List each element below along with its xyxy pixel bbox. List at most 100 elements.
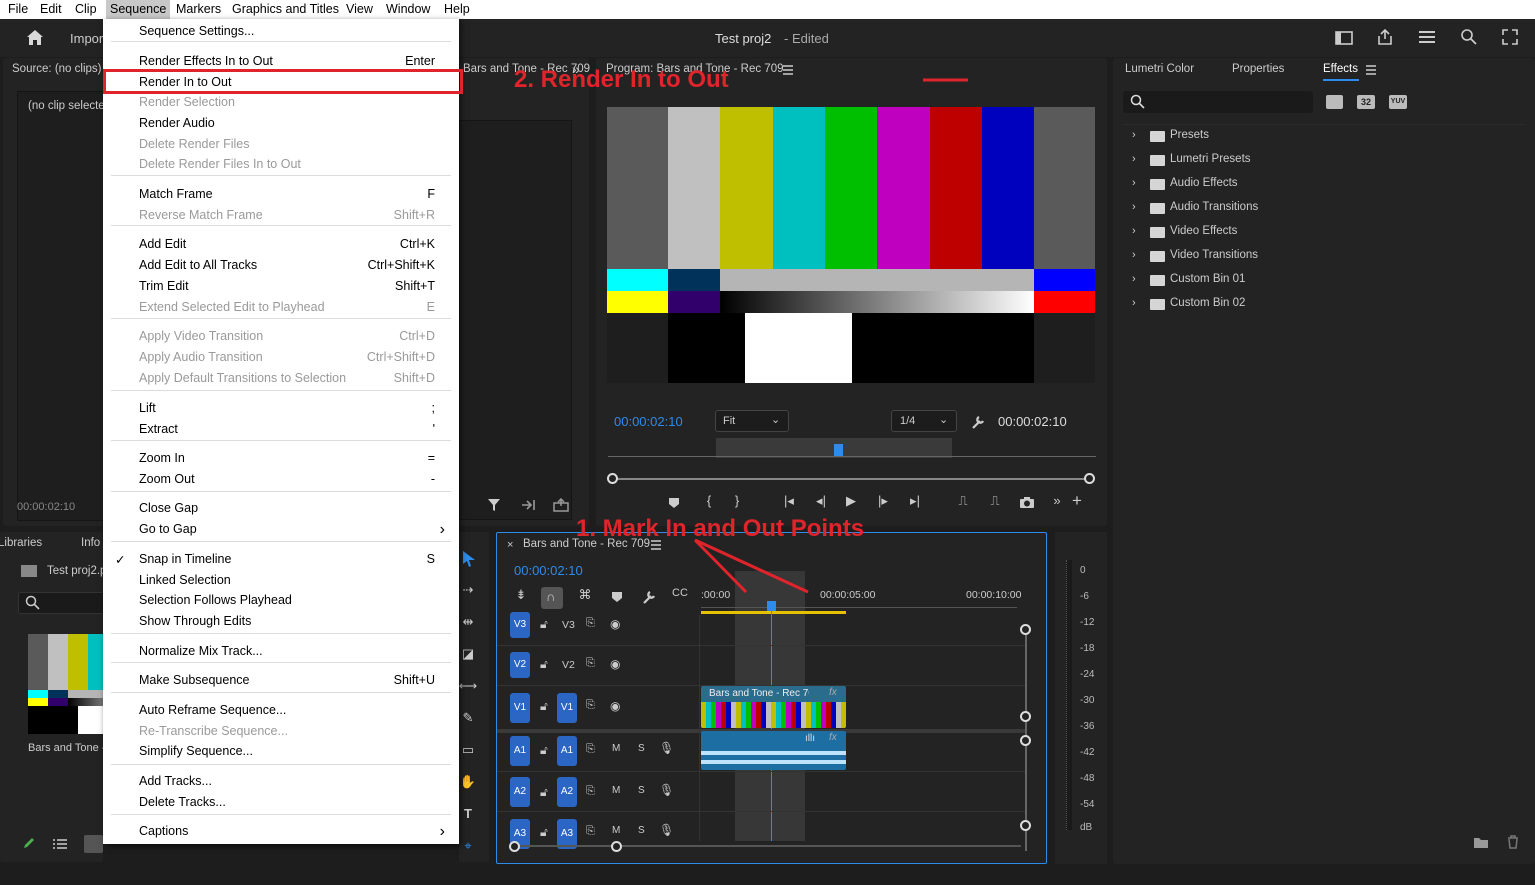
zoom-handle-right[interactable] xyxy=(611,841,622,852)
menu-item-make-subsequence[interactable]: Make Subsequence Shift+U xyxy=(103,671,459,691)
microphone-icon[interactable]: 🎙︎ xyxy=(659,823,674,837)
sync-lock-icon[interactable]: ⎘ xyxy=(586,617,595,630)
timeline-timecode[interactable]: 00:00:02:10 xyxy=(514,563,583,578)
menu-item-add-edit[interactable]: Add Edit Ctrl+K xyxy=(103,235,459,255)
clip-thumbnail[interactable] xyxy=(28,634,108,734)
menu-item-go-to-gap[interactable]: Go to Gap › xyxy=(103,520,459,540)
track-v1-source[interactable]: V1 xyxy=(557,693,577,723)
sync-lock-icon[interactable]: ⎘ xyxy=(586,743,595,756)
zoom-bar[interactable] xyxy=(608,478,1094,480)
resolution-dropdown[interactable]: 1/4 ⌄ xyxy=(891,410,957,432)
wrench-icon[interactable] xyxy=(970,414,986,430)
mute-icon[interactable]: M xyxy=(612,743,620,754)
scroll-handle[interactable] xyxy=(1020,624,1031,635)
pen-tool-icon[interactable]: ✎ xyxy=(457,710,479,730)
share-icon[interactable] xyxy=(1376,28,1394,46)
eye-icon[interactable]: ◉ xyxy=(610,657,620,671)
step-forward-icon[interactable]: |▸ xyxy=(872,493,894,513)
menu-item-zoom-out[interactable]: Zoom Out - xyxy=(103,470,459,490)
playhead[interactable] xyxy=(834,444,843,456)
lock-icon[interactable]: 🔓︎ xyxy=(540,657,548,672)
lock-icon[interactable]: 🔓︎ xyxy=(540,825,548,840)
menu-item-selection-follows-playhead[interactable]: Selection Follows Playhead xyxy=(103,591,459,611)
search-icon[interactable] xyxy=(1460,28,1478,46)
menu-window[interactable]: Window xyxy=(386,2,430,16)
audio-clip[interactable]: ıllı fx xyxy=(701,731,846,770)
menu-item-captions[interactable]: Captions › xyxy=(103,822,459,842)
home-icon[interactable] xyxy=(25,28,45,46)
sync-lock-icon[interactable]: ⎘ xyxy=(586,825,595,838)
fit-dropdown[interactable]: Fit ⌄ xyxy=(715,410,789,432)
menu-item-render-audio[interactable]: Render Audio xyxy=(103,114,459,134)
hand-tool-icon[interactable]: ✋ xyxy=(457,774,479,794)
go-to-out-icon[interactable]: ▸| xyxy=(904,493,926,513)
type-tool-icon[interactable]: T xyxy=(457,806,479,826)
effects-search-input[interactable] xyxy=(1123,91,1313,113)
icon-view-icon[interactable] xyxy=(84,835,103,853)
tab-lumetri-color[interactable]: Lumetri Color xyxy=(1125,63,1194,75)
track-select-tool-icon[interactable]: ⇢ xyxy=(457,582,479,602)
accelerated-effects-icon[interactable] xyxy=(1326,95,1343,109)
tab-effects[interactable]: Effects xyxy=(1323,63,1358,75)
track-v1-target[interactable]: V1 xyxy=(510,693,530,723)
menu-item-auto-reframe-sequence[interactable]: Auto Reframe Sequence... xyxy=(103,701,459,721)
sync-lock-icon[interactable]: ⎘ xyxy=(586,785,595,798)
menu-clip[interactable]: Clip xyxy=(75,2,97,16)
slip-tool-icon[interactable]: ⟷ xyxy=(457,678,479,698)
track-a2-source[interactable]: A2 xyxy=(557,777,577,807)
menu-item-match-frame[interactable]: Match Frame F xyxy=(103,185,459,205)
32bit-effects-icon[interactable]: 32 xyxy=(1357,95,1375,109)
ripple-edit-tool-icon[interactable]: ⇹ xyxy=(457,614,479,634)
lock-icon[interactable]: 🔓︎ xyxy=(540,699,548,714)
menu-item-delete-tracks[interactable]: Delete Tracks... xyxy=(103,793,459,813)
sync-lock-icon[interactable]: ⎘ xyxy=(586,657,595,670)
close-icon[interactable]: × xyxy=(507,539,513,551)
eye-icon[interactable]: ◉ xyxy=(610,617,620,631)
zoom-handle-right[interactable] xyxy=(1084,473,1095,484)
track-a2-target[interactable]: A2 xyxy=(510,777,530,807)
menu-item-sequence-settings[interactable]: Sequence Settings... xyxy=(103,22,459,42)
camera-icon[interactable] xyxy=(1019,496,1035,509)
work-area-bar[interactable] xyxy=(701,611,846,614)
menu-item-simplify-sequence[interactable]: Simplify Sequence... xyxy=(103,742,459,762)
menu-item-normalize-mix-track[interactable]: Normalize Mix Track... xyxy=(103,642,459,662)
step-back-icon[interactable]: ◂| xyxy=(810,493,832,513)
rectangle-tool-icon[interactable]: ▭ xyxy=(457,742,479,762)
microphone-icon[interactable]: 🎙︎ xyxy=(659,783,674,797)
menu-item-show-through-edits[interactable]: Show Through Edits xyxy=(103,612,459,632)
menu-item-linked-selection[interactable]: Linked Selection xyxy=(103,571,459,591)
info-tab[interactable]: Info xyxy=(81,537,100,549)
lock-icon[interactable]: 🔓︎ xyxy=(540,617,548,632)
track-v2-target[interactable]: V2 xyxy=(510,652,530,678)
scroll-handle[interactable] xyxy=(1020,820,1031,831)
menu-item-zoom-in[interactable]: Zoom In = xyxy=(103,449,459,469)
linked-selection-icon[interactable]: ⌘ xyxy=(574,587,596,607)
menu-sequence[interactable]: Sequence xyxy=(106,0,171,19)
menu-markers[interactable]: Markers xyxy=(176,2,221,16)
menu-item-snap-in-timeline[interactable]: Snap in Timeline S ✓ xyxy=(103,550,459,570)
video-clip[interactable]: Bars and Tone - Rec 709 fx xyxy=(701,686,846,728)
mark-out-icon[interactable]: } xyxy=(726,493,748,513)
menu-graphics-and-titles[interactable]: Graphics and Titles xyxy=(232,2,339,16)
trash-icon[interactable] xyxy=(1507,835,1519,849)
lock-icon[interactable]: 🔓︎ xyxy=(540,785,548,800)
zoom-handle-left[interactable] xyxy=(509,841,520,852)
workspace-icon[interactable] xyxy=(1335,30,1353,46)
add-marker-icon[interactable] xyxy=(668,497,680,509)
menu-item-lift[interactable]: Lift; xyxy=(103,399,459,419)
menu-item-add-tracks[interactable]: Add Tracks... xyxy=(103,772,459,792)
pencil-icon[interactable] xyxy=(22,836,36,850)
new-bin-icon[interactable] xyxy=(1473,836,1489,849)
yuv-effects-icon[interactable]: YUV xyxy=(1389,95,1407,109)
menu-item-extract[interactable]: Extract ' xyxy=(103,420,459,440)
overflow-icon[interactable]: » xyxy=(1046,493,1068,513)
horizontal-scrollbar[interactable] xyxy=(511,845,1021,847)
menu-file[interactable]: File xyxy=(8,2,28,16)
play-icon[interactable]: ▶ xyxy=(840,493,862,513)
lock-icon[interactable]: 🔓︎ xyxy=(540,743,548,758)
extract-icon[interactable]: ⎍ xyxy=(984,493,1006,513)
list-view-icon[interactable] xyxy=(52,838,68,850)
wrench-icon[interactable] xyxy=(641,589,657,605)
mute-icon[interactable]: M xyxy=(612,825,620,836)
solo-icon[interactable]: S xyxy=(638,785,645,796)
